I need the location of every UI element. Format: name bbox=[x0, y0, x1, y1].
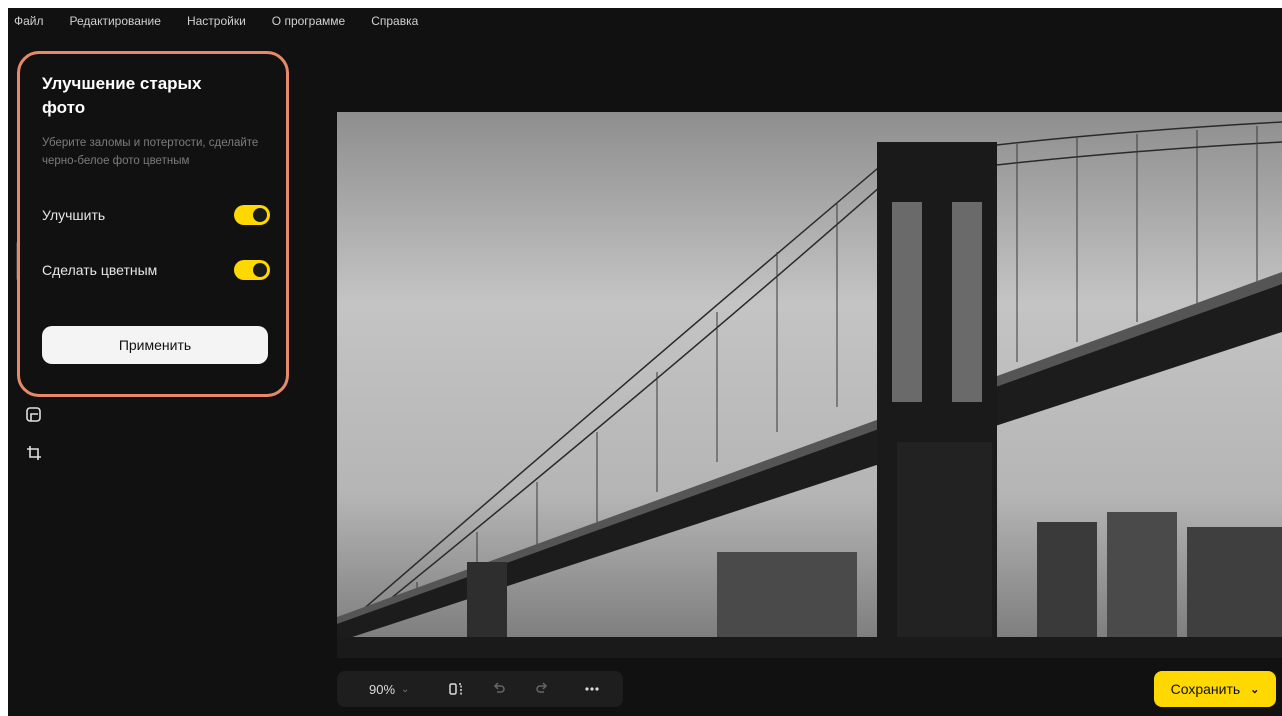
chevron-down-icon: ⌄ bbox=[1250, 683, 1260, 696]
app-window: Файл Редактирование Настройки О программ… bbox=[8, 8, 1282, 716]
panel-subtitle: Уберите заломы и потертости, сделайте че… bbox=[42, 137, 259, 167]
menu-help[interactable]: Справка bbox=[371, 14, 418, 28]
crop-icon[interactable] bbox=[25, 444, 43, 462]
undo-icon[interactable] bbox=[490, 680, 508, 698]
menu-bar: Файл Редактирование Настройки О программ… bbox=[8, 8, 1282, 34]
menu-file[interactable]: Файл bbox=[14, 14, 44, 28]
menu-edit[interactable]: Редактирование bbox=[70, 14, 161, 28]
bridge-photo bbox=[337, 112, 1282, 658]
compare-icon[interactable] bbox=[447, 680, 465, 698]
save-label: Сохранить bbox=[1170, 681, 1241, 697]
toggle-knob bbox=[253, 208, 267, 222]
photo-canvas[interactable] bbox=[337, 112, 1282, 658]
menu-settings[interactable]: Настройки bbox=[187, 14, 246, 28]
apply-button[interactable]: Применить bbox=[42, 326, 268, 364]
toggle-row-colorize: Сделать цветным bbox=[42, 258, 270, 282]
toggle-label-colorize: Сделать цветным bbox=[42, 262, 158, 278]
save-button[interactable]: Сохранить ⌄ bbox=[1154, 671, 1276, 707]
more-icon[interactable] bbox=[583, 680, 601, 698]
redo-icon[interactable] bbox=[533, 680, 551, 698]
zoom-value: 90% bbox=[369, 681, 396, 697]
bottom-toolbar: 90% ⌄ bbox=[337, 671, 623, 707]
enhance-toggle[interactable] bbox=[234, 205, 270, 225]
toggle-knob bbox=[253, 263, 267, 277]
panel-title: Улучшение старых фото bbox=[42, 74, 202, 117]
chevron-down-icon: ⌄ bbox=[401, 683, 410, 695]
old-photo-enhance-panel: Улучшение старых фото Уберите заломы и п… bbox=[17, 51, 289, 397]
toggle-label-enhance: Улучшить bbox=[42, 207, 106, 223]
colorize-toggle[interactable] bbox=[234, 260, 270, 280]
toggle-row-enhance: Улучшить bbox=[42, 203, 270, 227]
menu-about[interactable]: О программе bbox=[272, 14, 345, 28]
zoom-select[interactable]: 90% ⌄ bbox=[369, 671, 409, 707]
restore-icon[interactable] bbox=[25, 405, 43, 423]
